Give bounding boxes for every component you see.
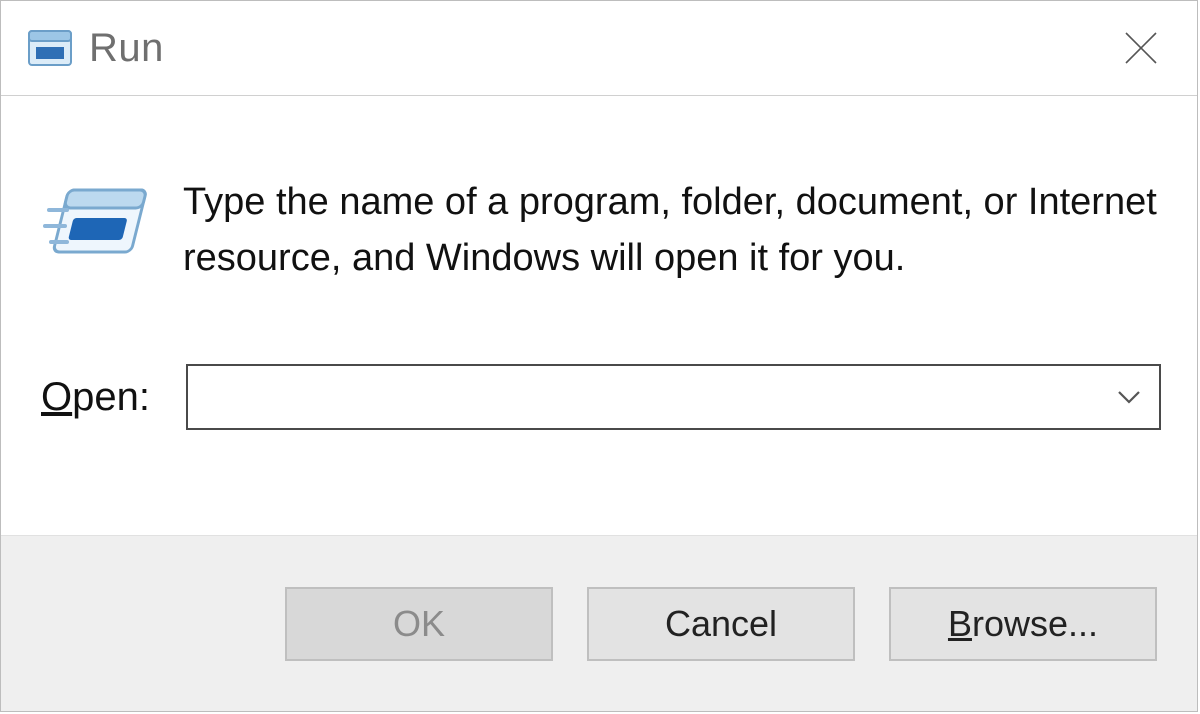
window-title: Run — [89, 26, 164, 71]
open-dropdown-button[interactable] — [1099, 366, 1159, 428]
button-bar: OK Cancel Browse... — [1, 535, 1197, 711]
cancel-button-label: Cancel — [665, 603, 777, 645]
ok-button[interactable]: OK — [285, 587, 553, 661]
dialog-body: Type the name of a program, folder, docu… — [1, 96, 1197, 490]
open-label: Open: — [41, 375, 150, 420]
close-icon — [1120, 27, 1162, 69]
open-label-rest: pen: — [72, 375, 150, 419]
open-row: Open: — [41, 364, 1161, 430]
description-row: Type the name of a program, folder, docu… — [41, 174, 1161, 286]
run-program-icon — [41, 180, 149, 270]
browse-button-label: Browse... — [948, 603, 1098, 645]
ok-button-label: OK — [393, 603, 445, 645]
run-dialog-icon — [27, 25, 73, 71]
run-dialog: Run — [0, 0, 1198, 712]
close-button[interactable] — [1111, 18, 1171, 78]
chevron-down-icon — [1115, 383, 1143, 411]
open-combobox[interactable] — [186, 364, 1161, 430]
browse-button[interactable]: Browse... — [889, 587, 1157, 661]
title-bar: Run — [1, 1, 1197, 96]
cancel-button[interactable]: Cancel — [587, 587, 855, 661]
description-text: Type the name of a program, folder, docu… — [183, 174, 1161, 286]
open-input[interactable] — [188, 366, 1099, 428]
open-label-accel: O — [41, 375, 72, 419]
